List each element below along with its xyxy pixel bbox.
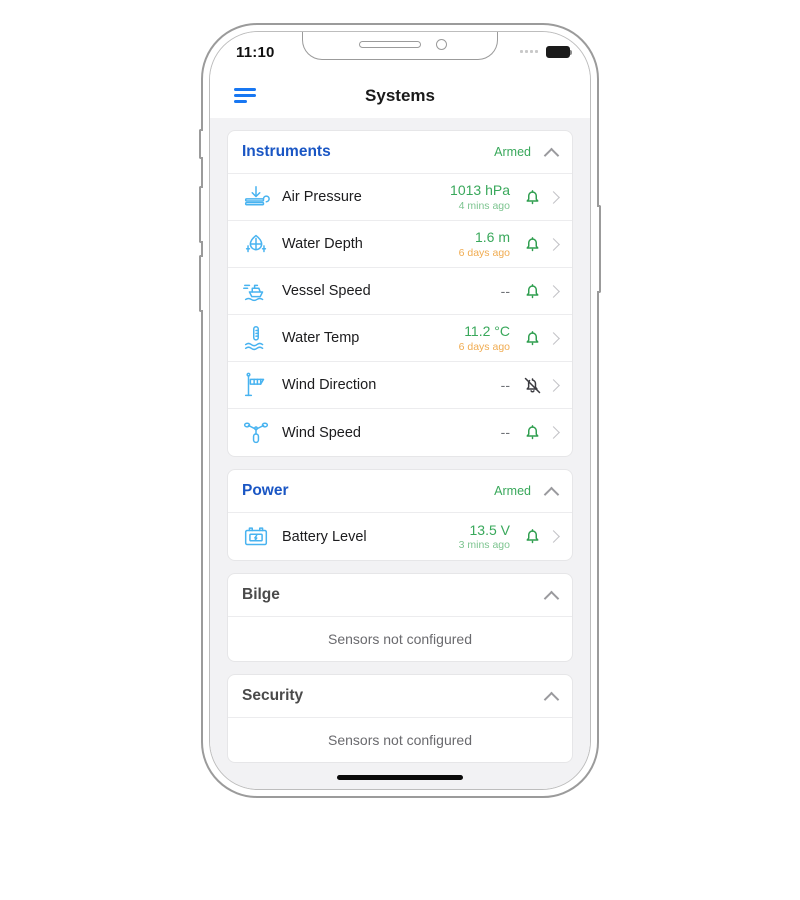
screenshot-stage: 11:10 Systems Instruments Armed Air Pressu… [0, 0, 800, 900]
section-card: Instruments Armed Air Pressure 1013 hPa 4 mi… [227, 130, 573, 457]
sensor-timestamp: 6 days ago [458, 340, 510, 353]
phone-screen: 11:10 Systems Instruments Armed Air Pressu… [210, 32, 590, 789]
chevron-right-icon[interactable] [544, 378, 562, 392]
sensor-value: 11.2 °C [464, 323, 510, 340]
chevron-up-icon[interactable] [545, 485, 558, 498]
sensor-value: 13.5 V [469, 521, 510, 538]
sensor-readout: -- [501, 283, 510, 299]
chevron-right-icon[interactable] [544, 237, 562, 251]
phone-volume-down-button[interactable] [199, 255, 203, 312]
section-armed-status: Armed [494, 145, 531, 159]
bell-off-icon[interactable] [520, 373, 544, 397]
sensor-label: Battery Level [282, 528, 367, 545]
section-card: Power Armed Battery Level 13.5 V3 mins ago [227, 469, 573, 561]
chevron-up-icon[interactable] [545, 589, 558, 602]
wind-direction-icon [240, 369, 272, 401]
bell-icon[interactable] [520, 421, 544, 445]
bell-icon[interactable] [520, 525, 544, 549]
sensor-label: Water Depth [282, 236, 363, 252]
sensor-label: Vessel Speed [282, 283, 371, 299]
sensor-label: Wind Speed [282, 424, 361, 441]
section-armed-status: Armed [494, 484, 531, 498]
section-title: Bilge [242, 586, 280, 603]
front-camera-icon [436, 39, 447, 50]
sensor-row[interactable]: Water Depth 1.6 m6 days ago [228, 221, 572, 268]
systems-list[interactable]: Instruments Armed Air Pressure 1013 hPa 4 mi… [210, 118, 590, 766]
phone-notch [302, 32, 498, 60]
bell-icon[interactable] [520, 279, 544, 303]
sensor-timestamp: 4 mins ago [458, 199, 510, 212]
sensor-timestamp: 3 mins ago [458, 539, 510, 552]
chevron-right-icon[interactable] [544, 190, 562, 204]
status-bar-clock: 11:10 [236, 44, 275, 61]
empty-state-message: Sensors not configured [328, 631, 472, 647]
sensor-row[interactable]: Water Temp 11.2 °C 6 days ago [228, 315, 572, 362]
sensor-readout: 13.5 V3 mins ago [459, 522, 510, 551]
battery-full-icon [546, 46, 572, 58]
sensor-row[interactable]: Wind Direction -- [228, 362, 572, 409]
section-title: Instruments [242, 143, 331, 160]
sensor-value: 1.6 m [474, 229, 510, 246]
sensor-readout: -- [501, 377, 510, 393]
sensor-timestamp: 6 days ago [458, 246, 510, 259]
status-bar-indicators [520, 46, 572, 58]
section-card: Bilge Sensors not configured [227, 573, 573, 662]
sensor-value: -- [500, 282, 510, 299]
sensor-value: 1013 hPa [450, 182, 510, 199]
sensor-readout: 1013 hPa 4 mins ago [450, 182, 510, 211]
sensor-row[interactable]: Battery Level 13.5 V3 mins ago [228, 513, 572, 560]
home-indicator[interactable] [337, 775, 463, 780]
battery-level-icon [240, 521, 272, 553]
phone-power-button[interactable] [597, 205, 601, 293]
sensor-value: -- [500, 376, 510, 393]
sensor-row[interactable]: Air Pressure 1013 hPa 4 mins ago [228, 174, 572, 221]
section-title: Power [242, 482, 289, 499]
section-header[interactable]: Bilge [228, 574, 572, 617]
earpiece-speaker [359, 41, 421, 48]
chevron-right-icon[interactable] [544, 426, 562, 439]
section-title: Security [242, 687, 304, 704]
empty-state-message: Sensors not configured [328, 732, 472, 748]
air-pressure-icon [240, 181, 272, 213]
phone-volume-up-button[interactable] [199, 186, 203, 243]
chevron-right-icon[interactable] [544, 284, 562, 298]
phone-frame-inner: 11:10 Systems Instruments Armed Air Pressu… [209, 31, 591, 790]
bell-icon[interactable] [520, 185, 544, 209]
sensor-row[interactable]: Wind Speed -- [228, 409, 572, 456]
sensor-label: Air Pressure [282, 189, 362, 205]
sensor-value: -- [500, 424, 510, 441]
chevron-right-icon[interactable] [544, 530, 562, 543]
sensor-readout: 1.6 m6 days ago [459, 229, 510, 258]
section-card: Security Sensors not configured [227, 674, 573, 763]
sensor-label: Wind Direction [282, 377, 377, 393]
page-title: Systems [365, 86, 435, 105]
sensor-readout: -- [501, 424, 510, 440]
bell-icon[interactable] [520, 232, 544, 256]
chevron-up-icon[interactable] [545, 690, 558, 703]
water-depth-icon [240, 228, 272, 260]
chevron-up-icon[interactable] [545, 146, 558, 159]
app-navigation-bar: Systems [210, 76, 590, 118]
sensor-readout: 11.2 °C 6 days ago [459, 323, 510, 352]
bell-icon[interactable] [520, 326, 544, 350]
section-header[interactable]: Power Armed [228, 470, 572, 513]
phone-silence-switch[interactable] [199, 129, 203, 159]
water-temp-icon [240, 322, 272, 354]
sensor-label: Water Temp [282, 330, 360, 346]
section-header[interactable]: Security [228, 675, 572, 718]
signal-dots-icon [520, 50, 538, 53]
section-header[interactable]: Instruments Armed [228, 131, 572, 174]
chevron-right-icon[interactable] [544, 331, 562, 345]
vessel-speed-icon [240, 275, 272, 307]
wind-speed-icon [240, 417, 272, 449]
sensor-row[interactable]: Vessel Speed -- [228, 268, 572, 315]
